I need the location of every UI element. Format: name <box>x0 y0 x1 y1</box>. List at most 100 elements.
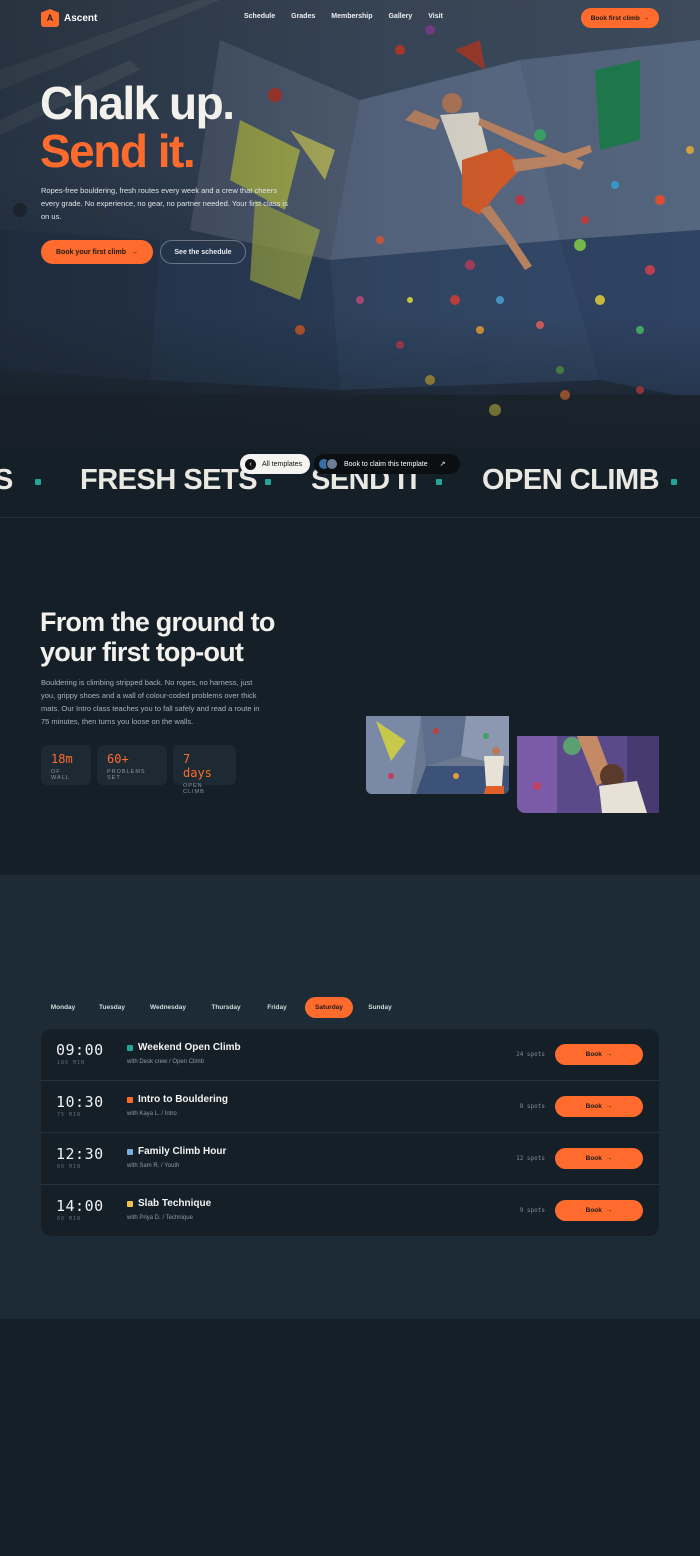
arrow-right-icon: → <box>605 1207 613 1214</box>
hero-section: A Ascent Schedule Grades Membership Gall… <box>0 0 700 448</box>
arrow-right-icon: → <box>131 248 138 256</box>
table-row: 12:30 60 MIN Family Climb Hour with Sam … <box>41 1133 659 1185</box>
session-meta: with Sam R. / Youth <box>127 1163 180 1169</box>
category-swatch <box>127 1201 133 1207</box>
book-your-first-climb-button[interactable]: Book your first climb → <box>41 240 153 264</box>
session-meta: with Priya D. / Technique <box>127 1215 193 1221</box>
marquee-item: S <box>0 466 13 495</box>
hero-description: Ropes-free bouldering, fresh routes ever… <box>41 186 288 221</box>
book-label: Book <box>585 1207 602 1214</box>
brand[interactable]: A Ascent <box>41 9 97 27</box>
day-tabs: Monday Tuesday Wednesday Thursday Friday… <box>41 997 405 1019</box>
book-label: Book <box>585 1155 602 1162</box>
session-spots: 9 spots <box>519 1207 545 1214</box>
nav-link-membership[interactable]: Membership <box>331 13 372 20</box>
table-row: 14:00 60 MIN Slab Technique with Priya D… <box>41 1185 659 1236</box>
tab-monday[interactable]: Monday <box>41 997 85 1018</box>
session-time: 14:00 <box>56 1197 104 1215</box>
session-time: 09:00 <box>56 1041 104 1059</box>
tab-saturday[interactable]: Saturday <box>305 997 353 1018</box>
session-spots: 24 spots <box>516 1051 545 1058</box>
category-swatch <box>127 1045 133 1051</box>
session-duration: 60 MIN <box>57 1216 82 1222</box>
session-duration: 60 MIN <box>57 1164 82 1170</box>
stat-open-climb: 7 days OPEN CLIMB <box>173 745 236 795</box>
avatar <box>326 458 338 470</box>
session-name: Weekend Open Climb <box>138 1042 241 1053</box>
table-row: 09:00 180 MIN Weekend Open Climb with De… <box>41 1029 659 1081</box>
stat-label: OF WALL <box>51 769 70 781</box>
session-spots: 8 spots <box>519 1103 545 1110</box>
session-duration: 180 MIN <box>57 1060 86 1066</box>
book-session-button[interactable]: Book → <box>555 1200 643 1221</box>
stat-value: 18m <box>51 752 73 766</box>
stat-value: 7 days <box>183 752 212 780</box>
nav-cta-label: Book first climb <box>590 14 640 22</box>
session-time: 12:30 <box>56 1145 104 1163</box>
external-arrow-icon: ↗ <box>439 461 446 468</box>
marquee-item: FRESH SETS <box>80 464 258 496</box>
brand-name: Ascent <box>64 12 98 24</box>
intro-body: Bouldering is climbing stripped back. No… <box>41 678 260 726</box>
stat-label: OPEN CLIMB <box>183 783 205 795</box>
session-name: Slab Technique <box>138 1198 212 1209</box>
marquee-dot <box>35 479 41 485</box>
page-footer <box>0 1319 700 1556</box>
logo-icon: A <box>41 9 59 27</box>
nav-links: Schedule Grades Membership Gallery Visit <box>244 13 459 20</box>
category-swatch <box>127 1097 133 1103</box>
session-table: 09:00 180 MIN Weekend Open Climb with De… <box>41 1029 659 1236</box>
session-spots: 12 spots <box>516 1155 545 1162</box>
book-template-button[interactable]: Book to claim this template ↗ <box>314 454 460 474</box>
avatar-group <box>318 458 338 470</box>
see-schedule-button[interactable]: See the schedule <box>160 240 246 264</box>
arrow-right-icon: → <box>642 14 650 22</box>
book-template-label: Book to claim this template <box>344 460 428 468</box>
session-name: Family Climb Hour <box>138 1146 227 1157</box>
stat-problems: 60+ PROBLEMS SET <box>97 745 167 785</box>
book-session-button[interactable]: Book → <box>555 1148 643 1169</box>
climber-closeup-image <box>517 736 659 813</box>
category-swatch <box>127 1149 133 1155</box>
book-label: Book <box>585 1103 602 1110</box>
gym-wall-image <box>366 716 509 794</box>
intro-title: From the ground to your first top-out <box>40 607 275 667</box>
session-duration: 75 MIN <box>57 1112 82 1118</box>
session-name: Intro to Bouldering <box>138 1094 228 1105</box>
book-first-climb-button[interactable]: Book first climb → <box>581 8 659 28</box>
book-session-button[interactable]: Book → <box>555 1044 643 1065</box>
session-time: 10:30 <box>56 1093 104 1111</box>
nav-link-gallery[interactable]: Gallery <box>388 13 412 20</box>
hero-headline-1: Chalk up. <box>40 77 235 129</box>
back-arrow-icon: ‹ <box>245 458 256 470</box>
session-meta: with Kaya L. / Intro <box>127 1111 177 1117</box>
tab-friday[interactable]: Friday <box>255 997 299 1018</box>
nav-link-visit[interactable]: Visit <box>428 13 443 20</box>
marquee-item: OPEN CLIMB <box>482 464 660 496</box>
tab-sunday[interactable]: Sunday <box>355 997 405 1018</box>
book-label: Book <box>585 1051 602 1058</box>
top-nav: A Ascent Schedule Grades Membership Gall… <box>0 0 700 36</box>
all-templates-label: All templates <box>262 460 303 468</box>
marquee-dot <box>265 479 271 485</box>
tab-wednesday[interactable]: Wednesday <box>139 997 197 1018</box>
hero-overlay <box>0 0 700 448</box>
marquee-dot <box>436 479 442 485</box>
primary-button-label: Book your first climb <box>55 248 126 256</box>
stat-value: 60+ <box>107 752 129 766</box>
book-session-button[interactable]: Book → <box>555 1096 643 1117</box>
tab-tuesday[interactable]: Tuesday <box>87 997 137 1018</box>
hero-headline-2: Send it. <box>40 125 196 177</box>
nav-link-schedule[interactable]: Schedule <box>244 13 275 20</box>
arrow-right-icon: → <box>605 1155 613 1162</box>
tab-thursday[interactable]: Thursday <box>199 997 253 1018</box>
arrow-right-icon: → <box>605 1051 613 1058</box>
stat-label: PROBLEMS SET <box>107 769 146 781</box>
nav-link-grades[interactable]: Grades <box>291 13 315 20</box>
marquee-dot <box>671 479 677 485</box>
session-meta: with Desk crew / Open Climb <box>127 1059 205 1065</box>
all-templates-button[interactable]: ‹ All templates <box>240 454 310 474</box>
stat-wall: 18m OF WALL <box>41 745 91 785</box>
table-row: 10:30 75 MIN Intro to Bouldering with Ka… <box>41 1081 659 1133</box>
arrow-right-icon: → <box>605 1103 613 1110</box>
